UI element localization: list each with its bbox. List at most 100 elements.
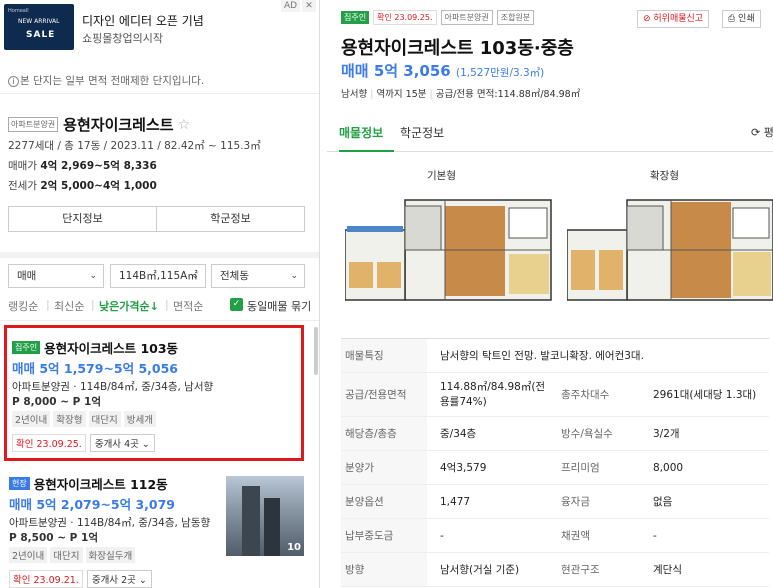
confirmed-tag: 확인 23.09.25. [373, 10, 437, 25]
complex-type-tag: 아파트분양권 [8, 117, 59, 132]
type-tag: 아파트분양권 [440, 10, 493, 25]
chevron-down-icon: ⌄ [191, 271, 199, 281]
complex-name: 용현자이크레스트 [63, 116, 174, 134]
ad-subtitle[interactable]: 쇼핑몰창업의시작 [82, 30, 163, 46]
favorite-star-icon[interactable]: ☆ [178, 117, 191, 133]
listing-panel: Homeall NEW ARRIVAL SALE 디자인 에디터 오픈 기념 쇼… [0, 0, 320, 588]
trade-type-value: 매매 [17, 270, 37, 282]
floorplan-extended-image[interactable] [567, 186, 773, 302]
ad-thumbnail[interactable]: Homeall NEW ARRIVAL SALE [4, 4, 74, 50]
chevron-down-icon: ⌄ [89, 271, 97, 281]
spec-key: 분양옵션 [341, 485, 427, 518]
detail-price-value: 매매 5억 3,056 [341, 62, 451, 80]
spec-key: 방수/욕실수 [561, 428, 613, 440]
report-fake-listing-button[interactable]: ⊘ 허위매물신고 [637, 10, 710, 28]
building-shape [242, 486, 260, 556]
spec-value: - [440, 529, 444, 542]
listing-name[interactable]: 용현자이크레스트 112동 [34, 474, 168, 493]
spec-key: 공급/전용면적 [341, 373, 427, 416]
complex-info-button[interactable]: 단지정보 [9, 207, 156, 231]
list-scrollbar[interactable] [314, 327, 318, 375]
ad-close-icon[interactable]: ✕ [302, 0, 316, 12]
feature-chip: 2년이내 [9, 547, 48, 563]
spec-value: 3/2개 [653, 428, 680, 440]
feature-chip: 화장실두개 [85, 547, 136, 563]
group-same-listing-checkbox[interactable]: ✓ [230, 298, 243, 311]
sort-separator: | [165, 298, 169, 311]
listing-price: 매매 5억 1,579~5억 5,056 [12, 361, 179, 376]
spec-row: 분양가 4억3,579 프리미엄 8,000 [341, 451, 769, 485]
dong-select[interactable]: 전체동 ⌄ [211, 264, 305, 288]
dong-value: 전체동 [220, 270, 249, 282]
transfer-restriction-notice: i본 단지는 일부 면적 전매제한 단지입니다. [0, 68, 319, 94]
complex-overview: 2277세대 / 총 17동 / 2023.11 / 82.42㎡ ~ 115.… [8, 140, 261, 152]
listing-photo[interactable]: 10 [226, 476, 304, 556]
tab-school-info[interactable]: 학군정보 [400, 124, 444, 141]
spec-key: 프리미엄 [561, 462, 600, 474]
confirmed-date: 확인 23.09.25. [12, 434, 86, 452]
owner-tag: 집주인 [341, 11, 370, 24]
spec-value: 계단식 [653, 564, 682, 576]
listing-name[interactable]: 용현자이크레스트 103동 [44, 338, 178, 357]
spec-key: 방향 [341, 553, 427, 586]
chevron-down-icon: ⌄ [290, 271, 298, 281]
group-same-listing-label[interactable]: 동일매물 묶기 [247, 298, 311, 314]
complex-summary: 아파트분양권 용현자이크레스트 ☆ 2277세대 / 총 17동 / 2023.… [0, 98, 319, 246]
listing-description: 아파트분양권 · 114B/84㎡, 중/34층, 남동향 [9, 517, 211, 529]
ad-title[interactable]: 디자인 에디터 오픈 기념 [82, 12, 204, 29]
tab-listing-info[interactable]: 매물정보 [339, 124, 383, 141]
detail-price-per-pyeong: (1,527만원/3.3㎡) [455, 67, 545, 79]
spec-key: 융자금 [561, 496, 590, 508]
agents-dropdown[interactable]: 중개사 2곳 ⌄ [86, 570, 152, 588]
trade-type-select[interactable]: 매매 ⌄ [8, 264, 104, 288]
filter-bar: 매매 ⌄ 114B㎡,115A㎡ ⌄ 전체동 ⌄ [0, 252, 319, 288]
listing-spec-table: 매물특징 남서향의 탁트인 전망. 발코니확장. 에어컨3대. 공급/전용면적 … [341, 338, 769, 587]
ad-banner[interactable]: Homeall NEW ARRIVAL SALE 디자인 에디터 오픈 기념 쇼… [0, 0, 319, 62]
listing-description: 아파트분양권 · 114B/84㎡, 중/34층, 남서향 [12, 381, 214, 393]
notice-text: 본 단지는 일부 면적 전매제한 단지입니다. [20, 75, 205, 87]
feature-chip: 확장형 [53, 411, 86, 427]
spec-value: 4억3,579 [440, 462, 487, 474]
detail-price: 매매 5억 3,056 (1,527만원/3.3㎡) [341, 60, 544, 81]
feature-chips: 2년이내 확장형 대단지 방세개 [12, 411, 159, 427]
detail-tags: 집주인 확인 23.09.25. 아파트분양권 조합원분 [341, 10, 538, 25]
ad-badge: AD [281, 0, 301, 12]
owner-tag: 집주인 [12, 341, 41, 354]
onsite-tag: 현장 [9, 477, 30, 490]
spec-row: 분양옵션 1,477 융자금 없음 [341, 485, 769, 519]
sale-price-value: 4억 2,969~5억 8,336 [40, 160, 157, 172]
sort-newest[interactable]: 최신순 [54, 298, 84, 314]
detail-title: 용현자이크레스트 103동·중층 [341, 38, 574, 59]
spec-value: 2961대(세대당 1.3대) [653, 389, 757, 401]
spec-value: 8,000 [653, 461, 684, 474]
jeonse-price-range: 전세가 2억 5,000~4억 1,000 [8, 178, 157, 193]
feature-chip: 방세개 [123, 411, 156, 427]
spec-key: 분양가 [341, 451, 427, 484]
ad-thumb-event: NEW ARRIVAL [18, 18, 60, 25]
feature-chip: 대단지 [50, 547, 83, 563]
spec-key: 채권액 [561, 530, 590, 542]
feature-chip: 2년이내 [12, 411, 51, 427]
jeonse-price-value: 2억 5,000~4억 1,000 [40, 180, 157, 192]
area-select[interactable]: 114B㎡,115A㎡ ⌄ [110, 264, 206, 288]
pyeong-toggle[interactable]: ⟳ 평 [751, 124, 773, 140]
sort-area[interactable]: 면적순 [173, 298, 203, 314]
ad-thumb-brand: Homeall [8, 8, 29, 14]
sort-price-low[interactable]: 낮은가격순↓ [99, 298, 159, 314]
building-shape [264, 498, 280, 556]
sort-bar: 랭킹순 | 최신순 | 낮은가격순↓ | 면적순 ✓ 동일매물 묶기 [0, 292, 319, 318]
spec-row: 매물특징 남서향의 탁트인 전망. 발코니확장. 에어컨3대. [341, 339, 769, 373]
agents-dropdown[interactable]: 중개사 4곳 ⌄ [89, 434, 155, 452]
print-button[interactable]: ⎙ 인쇄 [722, 10, 761, 28]
spec-key: 매물특징 [341, 339, 427, 372]
listing-item-selected[interactable]: 집주인 용현자이크레스트 103동 매매 5억 1,579~5억 5,056 아… [4, 325, 304, 461]
jeonse-price-label: 전세가 [8, 180, 37, 192]
school-info-button[interactable]: 학군정보 [156, 207, 304, 231]
area-value: 114B㎡,115A㎡ [119, 270, 198, 282]
spec-key: 총주차대수 [561, 389, 610, 401]
sort-ranking[interactable]: 랭킹순 [8, 298, 38, 314]
spec-value: 남서향(거실 기준) [440, 564, 520, 576]
floorplan-basic-image[interactable] [345, 186, 555, 302]
spec-key: 납부중도금 [341, 519, 427, 552]
meta-station: 역까지 15분 [376, 89, 427, 100]
